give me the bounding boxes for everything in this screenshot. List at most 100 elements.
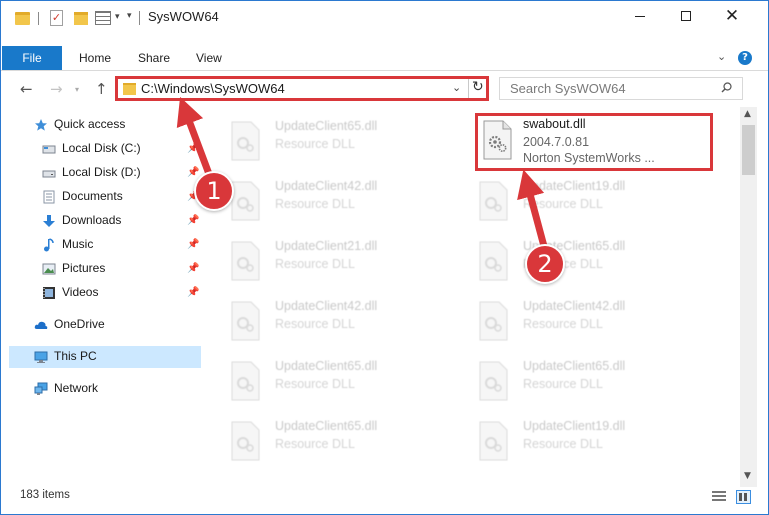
- sidebar-item-music[interactable]: Music 📌: [1, 234, 201, 256]
- scroll-thumb[interactable]: [742, 125, 755, 175]
- swabout-dll-file[interactable]: swabout.dll 2004.7.0.81 Norton SystemWor…: [475, 113, 713, 171]
- cloud-icon: [34, 321, 48, 329]
- dll-file-icon: [231, 421, 260, 461]
- star-icon: [35, 119, 47, 131]
- refresh-icon[interactable]: ↻: [472, 79, 484, 95]
- dll-file-icon: [479, 181, 508, 221]
- dll-file-icon: [483, 120, 512, 160]
- sidebar-item-local-disk-c[interactable]: Local Disk (C:) 📌: [1, 138, 201, 160]
- sidebar-item-label: Pictures: [62, 261, 106, 275]
- folder-icon[interactable]: [15, 12, 30, 25]
- new-folder-icon[interactable]: [74, 12, 88, 25]
- ribbon: File Home Share View ⌄ ?: [1, 46, 768, 70]
- file-type: Resource DLL: [275, 197, 355, 211]
- list-item[interactable]: UpdateClient65.dll Resource DLL: [459, 353, 699, 405]
- list-item[interactable]: UpdateClient65.dll Resource DLL: [211, 413, 451, 465]
- list-item[interactable]: UpdateClient65.dll Resource DLL: [211, 113, 451, 165]
- status-item-count: 183 items: [20, 489, 70, 501]
- sidebar-item-quick-access[interactable]: Quick access: [1, 114, 201, 136]
- network-icon: [34, 382, 48, 395]
- sidebar-item-pictures[interactable]: Pictures 📌: [1, 258, 201, 280]
- list-item[interactable]: UpdateClient19.dll Resource DLL: [459, 413, 699, 465]
- address-bar[interactable]: C:\Windows\SysWOW64 ⌄ ↻: [115, 76, 489, 101]
- up-button[interactable]: ↑: [95, 80, 108, 98]
- dll-file-icon: [231, 181, 260, 221]
- sidebar-item-label: Documents: [62, 189, 123, 203]
- search-icon[interactable]: [721, 82, 732, 93]
- properties-icon[interactable]: [95, 11, 111, 25]
- close-button[interactable]: ✕: [709, 1, 755, 33]
- sidebar-item-label: Videos: [62, 285, 99, 299]
- dll-file-icon: [479, 241, 508, 281]
- dll-file-icon: [231, 301, 260, 341]
- dll-file-icon: [231, 361, 260, 401]
- tab-view[interactable]: View: [196, 46, 222, 70]
- drive-icon: [42, 145, 56, 154]
- pin-icon[interactable]: 📌: [187, 143, 199, 154]
- explorer-window: ✓ ▾ ▾ SysWOW64 ✕ File Home Share View ⌄ …: [0, 0, 769, 515]
- divider: [1, 70, 768, 71]
- sidebar-item-network[interactable]: Network: [1, 378, 201, 400]
- list-item[interactable]: UpdateClient21.dll Resource DLL: [211, 233, 451, 285]
- list-item[interactable]: UpdateClient42.dll Resource DLL: [211, 293, 451, 345]
- file-type: Resource DLL: [275, 317, 355, 331]
- search-placeholder: Search SysWOW64: [510, 81, 626, 96]
- sidebar-item-onedrive[interactable]: OneDrive: [1, 314, 201, 336]
- divider: [139, 11, 140, 25]
- scroll-up-icon[interactable]: ▲: [744, 109, 751, 119]
- pin-icon[interactable]: 📌: [187, 215, 199, 226]
- download-icon: [43, 215, 55, 227]
- recent-locations-dropdown-icon[interactable]: ▾: [75, 85, 79, 94]
- expand-ribbon-icon[interactable]: ⌄: [717, 50, 726, 63]
- search-input[interactable]: Search SysWOW64: [499, 77, 743, 100]
- tab-home[interactable]: Home: [79, 46, 111, 70]
- minimize-button[interactable]: [617, 1, 663, 33]
- file-name: swabout.dll: [523, 117, 586, 131]
- scroll-down-icon[interactable]: ▼: [744, 471, 751, 481]
- maximize-icon: [681, 11, 691, 21]
- pin-icon[interactable]: 📌: [187, 287, 199, 298]
- divider: [468, 79, 469, 98]
- quick-access-dropdown-icon[interactable]: ▾: [115, 12, 120, 28]
- sidebar-item-downloads[interactable]: Downloads 📌: [1, 210, 201, 232]
- pin-icon[interactable]: 📌: [187, 167, 199, 178]
- videos-icon: [43, 287, 55, 299]
- pin-icon[interactable]: 📌: [187, 239, 199, 250]
- properties-check-icon[interactable]: ✓: [50, 10, 63, 26]
- pin-icon[interactable]: 📌: [187, 263, 199, 274]
- sidebar-item-label: Local Disk (C:): [62, 141, 141, 155]
- sidebar-item-documents[interactable]: Documents 📌: [1, 186, 201, 208]
- window-title: SysWOW64: [148, 9, 219, 24]
- file-type: Resource DLL: [275, 377, 355, 391]
- file-type: Resource DLL: [523, 317, 603, 331]
- chevron-down-icon[interactable]: ⌄: [452, 81, 461, 94]
- large-icons-view-icon[interactable]: [736, 490, 751, 504]
- list-item[interactable]: UpdateClient42.dll Resource DLL: [211, 173, 451, 225]
- dll-file-icon: [231, 241, 260, 281]
- file-company: Norton SystemWorks ...: [523, 151, 655, 165]
- customize-toolbar-icon[interactable]: ▾: [127, 11, 132, 27]
- file-type: Resource DLL: [275, 437, 355, 451]
- address-path[interactable]: C:\Windows\SysWOW64: [141, 81, 285, 96]
- vertical-scrollbar[interactable]: ▲ ▼: [740, 107, 757, 487]
- tab-file[interactable]: File: [2, 46, 62, 70]
- step-badge-1: 1: [194, 171, 234, 211]
- sidebar-item-this-pc[interactable]: This PC: [9, 346, 201, 368]
- dll-file-icon: [479, 421, 508, 461]
- maximize-button[interactable]: [663, 1, 709, 33]
- list-item[interactable]: UpdateClient42.dll Resource DLL: [459, 293, 699, 345]
- details-view-icon[interactable]: [712, 491, 726, 503]
- list-item[interactable]: UpdateClient65.dll Resource DLL: [211, 353, 451, 405]
- sidebar-item-label: Music: [62, 237, 94, 251]
- help-icon[interactable]: ?: [738, 51, 752, 65]
- back-button[interactable]: ←: [20, 80, 33, 98]
- sidebar-item-videos[interactable]: Videos 📌: [1, 282, 201, 304]
- list-item[interactable]: UpdateClient19.dll Resource DLL: [459, 173, 699, 225]
- list-item[interactable]: UpdateClient65.dll Resource DLL: [459, 233, 699, 285]
- tab-share[interactable]: Share: [138, 46, 170, 70]
- minimize-icon: [635, 15, 645, 17]
- forward-button[interactable]: →: [50, 80, 63, 98]
- sidebar-item-local-disk-d[interactable]: Local Disk (D:) 📌: [1, 162, 201, 184]
- file-name: UpdateClient65.dll: [275, 419, 378, 433]
- sidebar-item-label: Downloads: [62, 213, 122, 227]
